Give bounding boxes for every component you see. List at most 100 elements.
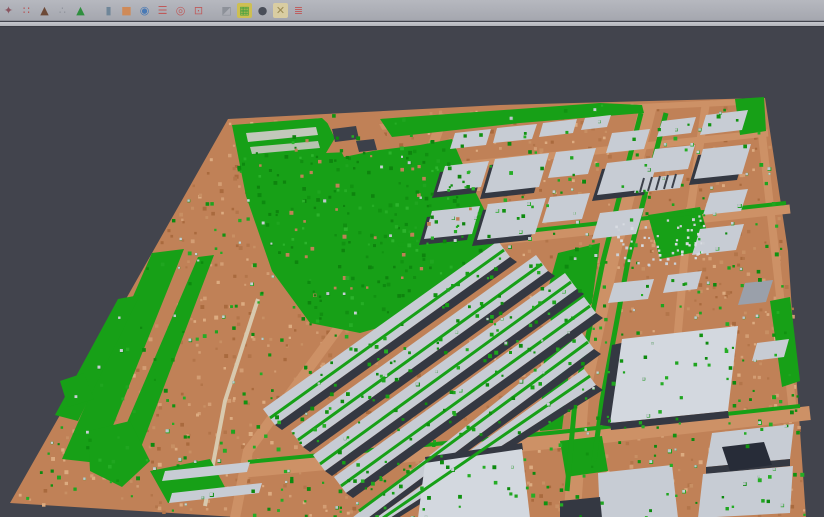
veg-speckle: [713, 283, 717, 287]
forest-speckle: [431, 170, 433, 172]
veg-speckle: [654, 455, 656, 457]
ground-speckle: [42, 503, 46, 507]
veg-speckle: [108, 465, 112, 469]
crop-icon[interactable]: ⊡: [191, 3, 206, 18]
ground-speckle: [487, 406, 490, 409]
veg-speckle: [57, 476, 61, 480]
ground-speckle: [233, 399, 236, 402]
roof-veg-speckle: [384, 480, 386, 482]
veg-speckle: [346, 276, 350, 280]
veg-speckle: [251, 333, 254, 336]
roof-veg-speckle: [489, 412, 492, 415]
forest-speckle: [366, 256, 369, 259]
veg-speckle: [569, 256, 573, 260]
forest-speckle: [407, 244, 411, 248]
parking-speckle: [677, 249, 679, 251]
veg-speckle: [702, 197, 704, 199]
veg-speckle: [775, 252, 779, 256]
veg-speckle: [383, 337, 386, 340]
veg-speckle: [462, 262, 465, 265]
veg-speckle: [261, 292, 263, 294]
globe-icon[interactable]: ◉: [137, 3, 152, 18]
ring-icon[interactable]: ◎: [173, 3, 188, 18]
ground-speckle: [758, 199, 760, 201]
veg-speckle: [477, 275, 480, 278]
align-pair-icon[interactable]: ∷: [19, 3, 34, 18]
forest-speckle: [405, 197, 408, 200]
forest-speckle: [348, 241, 351, 244]
veg-speckle: [232, 326, 236, 330]
forest-speckle: [380, 242, 383, 245]
veg-speckle: [634, 243, 638, 247]
veg-speckle: [383, 284, 386, 287]
veg-speckle: [406, 470, 410, 474]
ground-speckle: [283, 484, 286, 487]
parking-speckle: [692, 218, 695, 221]
veg-speckle: [457, 225, 459, 227]
ground-speckle: [543, 180, 545, 182]
ground-speckle: [669, 199, 671, 201]
ground-speckle: [765, 330, 769, 334]
veg-speckle: [389, 203, 393, 207]
roof-veg-speckle: [541, 287, 545, 291]
3d-viewport[interactable]: [0, 26, 824, 517]
clear-icon[interactable]: ✕: [273, 3, 288, 18]
light-speckle: [731, 222, 734, 225]
veg-speckle: [636, 153, 639, 156]
roof-veg-speckle: [377, 358, 379, 360]
forest-speckle: [447, 162, 451, 166]
forest-speckle: [363, 152, 366, 155]
veg-speckle: [382, 379, 386, 383]
green-hill-icon[interactable]: ▲: [73, 3, 88, 18]
veg-speckle: [277, 421, 281, 425]
ground-speckle: [155, 324, 158, 327]
ground-speckle: [62, 452, 64, 454]
forest-speckle: [408, 151, 412, 155]
parking-speckle: [675, 243, 678, 246]
veg-speckle: [518, 431, 521, 434]
ground-speckle: [747, 230, 750, 233]
veg-speckle: [768, 475, 772, 479]
points-icon[interactable]: ✦: [1, 3, 16, 18]
sphere-icon[interactable]: ●: [255, 3, 270, 18]
veg-speckle: [51, 484, 53, 486]
veg-speckle: [765, 245, 768, 248]
forest-speckle: [387, 311, 389, 313]
parking-speckle: [622, 243, 624, 245]
ground-speckle: [800, 480, 802, 482]
flag-icon[interactable]: ≣: [291, 3, 306, 18]
ground-speckle: [545, 240, 548, 243]
veg-speckle: [126, 446, 130, 450]
picker-icon[interactable]: ◩: [219, 3, 234, 18]
veg-speckle: [564, 109, 568, 113]
layers-icon[interactable]: ☰: [155, 3, 170, 18]
veg-speckle: [680, 306, 682, 308]
ground-speckle: [630, 310, 632, 312]
veg-speckle: [434, 293, 438, 297]
sparse-points-icon[interactable]: ∴: [55, 3, 70, 18]
ground-speckle: [244, 284, 246, 286]
veg-speckle: [462, 181, 464, 183]
light-speckle: [262, 338, 264, 340]
veg-speckle: [641, 294, 643, 296]
application-window: ✦∷▲∴▲▮■◉☰◎⊡◩▦●✕≣: [0, 0, 824, 517]
veg-speckle: [536, 264, 540, 268]
veg-speckle: [293, 306, 296, 309]
forest-speckle: [406, 207, 409, 210]
veg-speckle: [371, 488, 373, 490]
ground-speckle: [227, 399, 231, 403]
mountain-icon[interactable]: ▲: [37, 3, 52, 18]
forest-speckle: [466, 185, 470, 189]
forest-speckle: [366, 286, 368, 288]
classify-icon[interactable]: ▦: [237, 3, 252, 18]
orange-tile-icon[interactable]: ■: [119, 3, 134, 18]
veg-speckle: [666, 493, 669, 496]
veg-speckle: [405, 223, 408, 226]
veg-speckle: [524, 458, 527, 461]
veg-speckle: [528, 150, 532, 154]
roof-veg-speckle: [456, 283, 460, 287]
forest-speckle: [394, 213, 397, 216]
light-speckle: [719, 112, 721, 114]
column-icon[interactable]: ▮: [101, 3, 116, 18]
veg-speckle: [725, 348, 727, 350]
